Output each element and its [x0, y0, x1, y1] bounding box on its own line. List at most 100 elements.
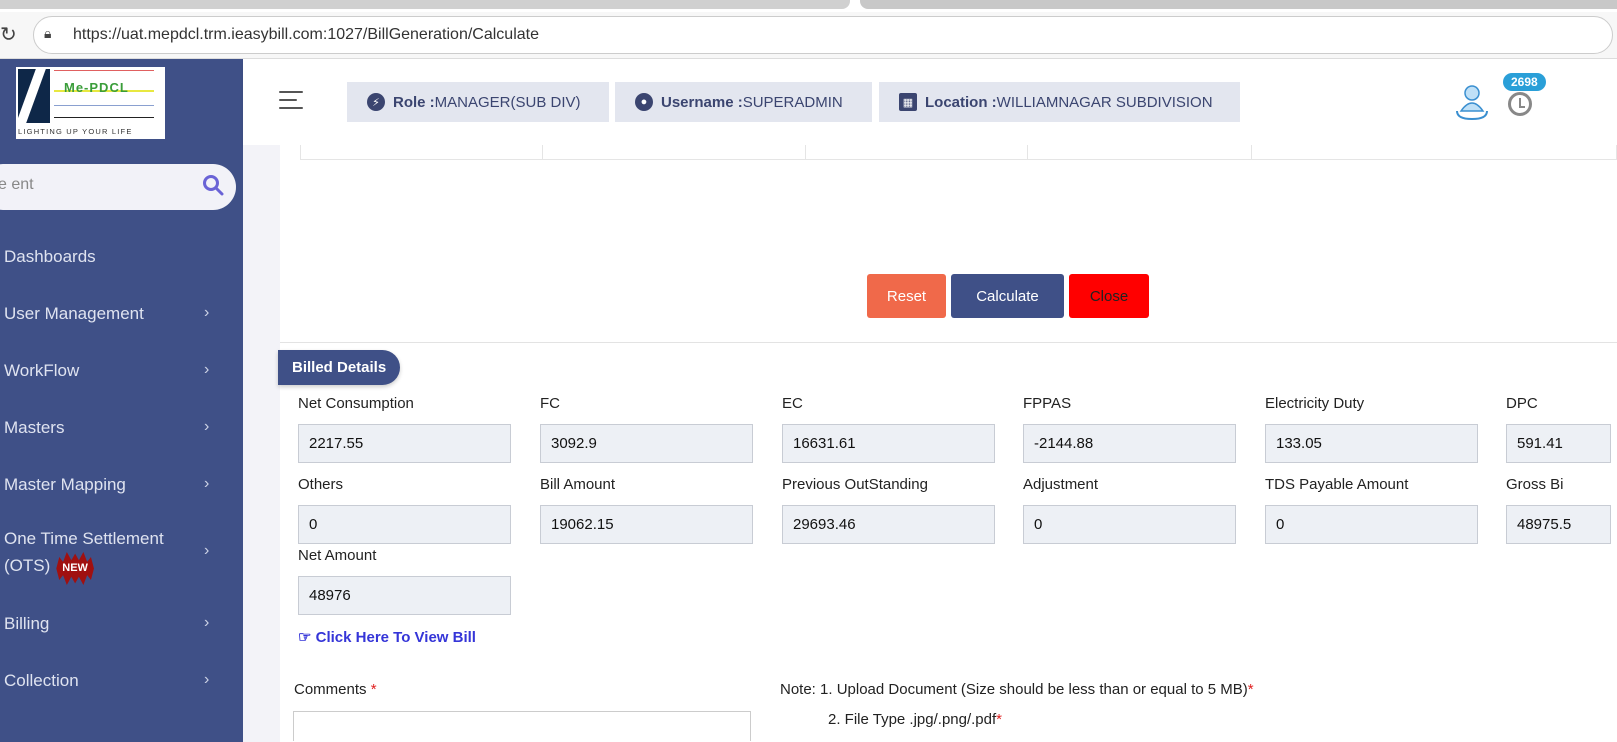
field-value[interactable]: 591.41	[1506, 424, 1611, 463]
logo-brand: Me-PDCL	[64, 80, 129, 95]
content-gutter	[243, 145, 280, 742]
building-icon: ▦	[899, 93, 917, 111]
field-value[interactable]: 0	[1265, 505, 1478, 544]
field-label: EC	[782, 395, 803, 412]
billed-field: Electricity Duty 133.05	[1265, 395, 1478, 463]
location-chip: ▦ Location : WILLIAMNAGAR SUBDIVISION	[879, 82, 1240, 122]
field-label: Net Consumption	[298, 395, 414, 412]
table-remnant	[300, 145, 1617, 160]
field-value[interactable]: 133.05	[1265, 424, 1478, 463]
hamburger-menu-icon[interactable]	[279, 91, 303, 115]
field-value[interactable]: 48975.5	[1506, 505, 1611, 544]
role-value: MANAGER(SUB DIV)	[434, 93, 581, 111]
billed-field: Others 0	[298, 476, 511, 544]
sidebar-item-masters[interactable]: Masters ›	[0, 406, 243, 463]
sidebar-item-label: Master Mapping	[4, 475, 126, 494]
logo-tagline: LIGHTING UP YOUR LIFE	[18, 127, 133, 136]
billed-field: TDS Payable Amount 0	[1265, 476, 1478, 544]
lock-icon[interactable]: 🔒︎	[44, 25, 58, 41]
calculate-button[interactable]: Calculate	[951, 274, 1064, 318]
field-label: Bill Amount	[540, 476, 616, 493]
billed-field: Previous OutStanding 29693.46	[782, 476, 995, 544]
sidebar-item-label: Dashboards	[4, 247, 96, 266]
user-circle-icon: ●	[635, 93, 653, 111]
sidebar-item-ots[interactable]: One Time Settlement (OTS) NEW ›	[0, 520, 243, 602]
billed-field: Adjustment 0	[1023, 476, 1236, 544]
field-value[interactable]: 48976	[298, 576, 511, 615]
field-value[interactable]: 0	[1023, 505, 1236, 544]
field-value[interactable]: 16631.61	[782, 424, 995, 463]
field-label: Adjustment	[1023, 476, 1099, 493]
username-chip: ● Username : SUPERADMIN	[615, 82, 872, 122]
billed-field: EC 16631.61	[782, 395, 995, 463]
close-button[interactable]: Close	[1069, 274, 1149, 318]
chevron-right-icon: ›	[204, 418, 210, 435]
location-value: WILLIAMNAGAR SUBDIVISION	[996, 93, 1213, 111]
clock-icon[interactable]	[1508, 92, 1532, 116]
sidebar-item-label: Collection	[4, 671, 79, 690]
new-badge: NEW	[56, 552, 94, 585]
field-value[interactable]: 29693.46	[782, 505, 995, 544]
field-value[interactable]: 0	[298, 505, 511, 544]
browser-address-bar: ↻ 🔒︎ https://uat.mepdcl.trm.ieasybill.co…	[0, 12, 1617, 59]
top-header: ⚡︎ Role : MANAGER(SUB DIV) ● Username : SUPE…	[243, 59, 1617, 145]
hand-pointer-icon: ☞	[298, 629, 316, 646]
sidebar-search	[0, 164, 236, 210]
field-label: Net Amount	[298, 547, 377, 564]
sidebar-item-label: User Management	[4, 304, 144, 323]
sidebar-item-master-mapping[interactable]: Master Mapping ›	[0, 463, 243, 520]
role-chip: ⚡︎ Role : MANAGER(SUB DIV)	[347, 82, 609, 122]
browser-tab-strip	[0, 0, 1617, 12]
divider	[280, 342, 1617, 343]
billed-field: Net Consumption 2217.55	[298, 395, 511, 463]
chevron-right-icon: ›	[204, 475, 210, 492]
reload-icon[interactable]: ↻	[0, 22, 17, 47]
field-label: Previous OutStanding	[782, 476, 928, 493]
billed-field: DPC 591.41	[1506, 395, 1611, 463]
field-value[interactable]: -2144.88	[1023, 424, 1236, 463]
reset-button[interactable]: Reset	[867, 274, 946, 318]
sidebar: Me-PDCL LIGHTING UP YOUR LIFE Dashboards…	[0, 59, 243, 742]
upload-note: Note: 1. Upload Document (Size should be…	[780, 681, 1254, 698]
field-value[interactable]: 2217.55	[298, 424, 511, 463]
sidebar-item-workflow[interactable]: WorkFlow ›	[0, 349, 243, 406]
file-type-note: 2. File Type .jpg/.png/.pdf*	[828, 711, 1003, 728]
logo: Me-PDCL LIGHTING UP YOUR LIFE	[16, 67, 165, 139]
sidebar-item-label: Billing	[4, 614, 50, 633]
field-value[interactable]: 19062.15	[540, 505, 753, 544]
notification-count-badge: 2698	[1503, 73, 1546, 91]
sidebar-item-billing[interactable]: Billing ›	[0, 602, 243, 659]
search-input[interactable]	[0, 176, 188, 194]
field-value[interactable]: 3092.9	[540, 424, 753, 463]
chevron-right-icon: ›	[204, 361, 210, 378]
field-label: DPC	[1506, 395, 1538, 412]
chevron-right-icon: ›	[204, 671, 210, 688]
comments-label: Comments *	[294, 681, 377, 698]
switch-user-icon[interactable]	[1453, 81, 1491, 121]
field-label: Electricity Duty	[1265, 395, 1365, 412]
field-label: Others	[298, 476, 344, 493]
view-bill-link[interactable]: ☞ Click Here To View Bill	[298, 628, 476, 646]
billed-details-header: Billed Details	[278, 350, 401, 385]
billed-field: Net Amount 48976	[298, 547, 511, 615]
chevron-right-icon: ›	[204, 304, 210, 321]
chevron-right-icon: ›	[204, 614, 210, 631]
sidebar-item-collection[interactable]: Collection ›	[0, 659, 243, 716]
billed-field: FPPAS -2144.88	[1023, 395, 1236, 463]
sidebar-item-label: Masters	[4, 418, 65, 437]
billed-field: Bill Amount 19062.15	[540, 476, 753, 544]
search-icon[interactable]	[202, 174, 224, 196]
username-value: SUPERADMIN	[742, 93, 843, 111]
bolt-icon: ⚡︎	[367, 93, 385, 111]
field-label: Gross Bi	[1506, 476, 1564, 493]
comments-input[interactable]	[293, 711, 751, 741]
chevron-right-icon: ›	[204, 542, 210, 559]
billed-field: Gross Bi 48975.5	[1506, 476, 1611, 544]
sidebar-item-label: WorkFlow	[4, 361, 80, 380]
field-label: FC	[540, 395, 560, 412]
sidebar-item-user-management[interactable]: User Management ›	[0, 292, 243, 349]
sidebar-item-dashboards[interactable]: Dashboards	[0, 235, 243, 292]
field-label: FPPAS	[1023, 395, 1072, 412]
main-content: Reset Calculate Close Billed Details Net…	[278, 145, 1617, 742]
url-text[interactable]: https://uat.mepdcl.trm.ieasybill.com:102…	[73, 26, 539, 44]
